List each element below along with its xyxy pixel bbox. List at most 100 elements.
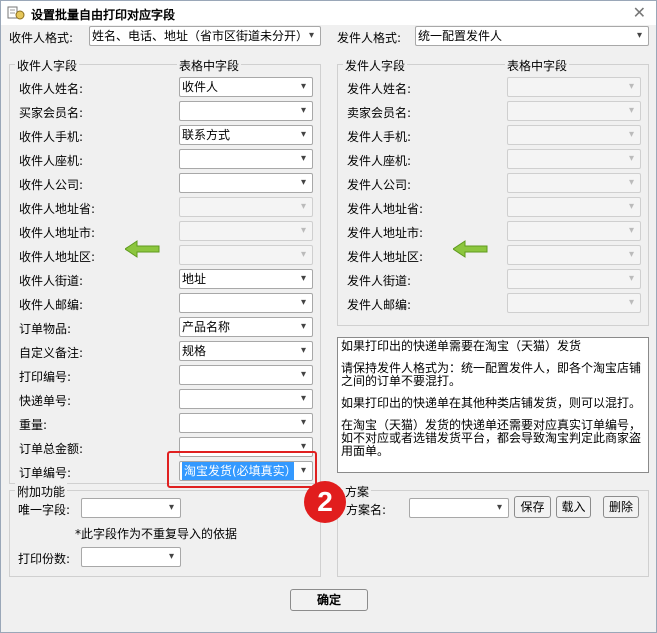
delete-button[interactable]: 删除 (603, 496, 639, 518)
chevron-down-icon: ▾ (300, 201, 307, 212)
chevron-down-icon: ▾ (628, 153, 635, 164)
sender-field-label: 发件人街道: (347, 274, 412, 288)
chevron-down-icon: ▾ (300, 225, 307, 236)
recipient-field-select[interactable]: 地址 ▾ (179, 269, 313, 289)
app-icon (7, 6, 25, 20)
print-copies-select[interactable]: ▾ (81, 547, 181, 567)
sender-field-label: 发件人地址市: (347, 226, 424, 240)
load-button[interactable]: 载入 (556, 496, 591, 518)
recipient-field-label: 重量: (19, 418, 48, 432)
chevron-down-icon: ▾ (628, 177, 635, 188)
recipient-field-label: 打印编号: (19, 370, 72, 384)
window-title: 设置批量自由打印对应字段 (31, 8, 176, 22)
chevron-down-icon: ▾ (300, 153, 307, 164)
chevron-down-icon: ▾ (168, 502, 175, 513)
unique-field-note: *此字段作为不重复导入的依据 (75, 527, 238, 541)
sender-field-select: ▾ (507, 221, 641, 241)
ok-button[interactable]: 确定 (290, 589, 368, 611)
chevron-down-icon: ▾ (300, 369, 307, 380)
recipient-field-select[interactable]: ▾ (179, 365, 313, 385)
recipient-field-value: 地址 (182, 272, 207, 286)
recipient-field-select: ▾ (179, 197, 313, 217)
recipient-field-select: ▾ (179, 221, 313, 241)
chevron-down-icon: ▾ (628, 129, 635, 140)
recipient-field-label: 收件人邮编: (19, 298, 84, 312)
recipient-field-label: 订单物品: (19, 322, 72, 336)
chevron-down-icon: ▾ (300, 417, 307, 428)
extra-function-title: 附加功能 (15, 483, 68, 500)
chevron-down-icon: ▾ (300, 273, 307, 284)
recipient-field-label: 收件人公司: (19, 178, 84, 192)
sender-field-label: 发件人手机: (347, 130, 412, 144)
recipient-field-label: 收件人地址区: (19, 250, 96, 264)
chevron-down-icon: ▾ (300, 321, 307, 332)
recipient-field-select[interactable]: 产品名称 ▾ (179, 317, 313, 337)
recipient-field-select[interactable]: ▾ (179, 173, 313, 193)
sender-field-select: ▾ (507, 149, 641, 169)
chevron-down-icon: ▾ (300, 81, 307, 92)
recipient-field-select[interactable]: 规格 ▾ (179, 341, 313, 361)
recipient-field-value: 产品名称 (182, 320, 231, 334)
chevron-down-icon: ▾ (628, 297, 635, 308)
info-paragraph: 在淘宝（天猫）发货的快递单还需要对应真实订单编号，如不对应或者选错发货平台，都会… (341, 418, 642, 458)
recipient-field-label: 快递单号: (19, 394, 72, 408)
sender-field-select: ▾ (507, 77, 641, 97)
recipient-field-select[interactable]: ▾ (179, 149, 313, 169)
sender-table-column-title: 表格中字段 (505, 57, 570, 74)
recipient-table-column-title: 表格中字段 (177, 57, 242, 74)
recipient-field-label: 订单编号: (19, 466, 72, 480)
chevron-down-icon: ▾ (308, 30, 315, 41)
sender-field-label: 发件人姓名: (347, 82, 412, 96)
chevron-down-icon: ▾ (300, 393, 307, 404)
recipient-field-label: 买家会员名: (19, 106, 84, 120)
recipient-field-value: 联系方式 (182, 128, 231, 142)
sender-field-label: 发件人公司: (347, 178, 412, 192)
arrow-left-icon (125, 240, 160, 258)
plan-name-label: 方案名: (346, 503, 387, 517)
recipient-field-select[interactable]: 收件人 ▾ (179, 77, 313, 97)
dialog-window: 设置批量自由打印对应字段 ✕ 收件人格式: 姓名、电话、地址（省市区街道未分开）… (0, 0, 657, 633)
sender-field-label: 发件人地址省: (347, 202, 424, 216)
recipient-field-select[interactable]: ▾ (179, 293, 313, 313)
plan-name-select[interactable]: ▾ (409, 498, 509, 518)
recipient-field-select[interactable]: ▾ (179, 413, 313, 433)
recipient-format-value: 姓名、电话、地址（省市区街道未分开） (92, 29, 302, 43)
close-icon[interactable]: ✕ (633, 3, 646, 22)
unique-field-select[interactable]: ▾ (81, 498, 181, 518)
chevron-down-icon: ▾ (300, 129, 307, 140)
unique-field-label: 唯一字段: (18, 503, 71, 517)
recipient-field-label: 收件人手机: (19, 130, 84, 144)
sender-field-select: ▾ (507, 269, 641, 289)
sender-field-label: 卖家会员名: (347, 106, 412, 120)
sender-field-label: 发件人座机: (347, 154, 412, 168)
chevron-down-icon: ▾ (300, 177, 307, 188)
chevron-down-icon: ▾ (628, 81, 635, 92)
recipient-format-select[interactable]: 姓名、电话、地址（省市区街道未分开） ▾ (89, 26, 321, 46)
info-paragraph: 如果打印出的快递单在其他种类店铺发货，则可以混打。 (341, 396, 642, 410)
chevron-down-icon: ▾ (300, 105, 307, 116)
recipient-field-label: 自定义备注: (19, 346, 84, 360)
chevron-down-icon: ▾ (496, 502, 503, 513)
recipient-field-value: 收件人 (182, 80, 219, 94)
save-button[interactable]: 保存 (514, 496, 551, 518)
info-paragraph: 如果打印出的快递单需要在淘宝（天猫）发货 (341, 339, 582, 353)
plan-title: 方案 (343, 483, 372, 500)
chevron-down-icon: ▾ (628, 201, 635, 212)
recipient-field-select[interactable]: ▾ (179, 101, 313, 121)
chevron-down-icon: ▾ (628, 273, 635, 284)
sender-field-label: 发件人地址区: (347, 250, 424, 264)
sender-field-select: ▾ (507, 173, 641, 193)
sender-format-select[interactable]: 统一配置发件人 ▾ (415, 26, 649, 46)
recipient-field-label: 收件人姓名: (19, 82, 84, 96)
chevron-down-icon: ▾ (300, 297, 307, 308)
sender-field-select: ▾ (507, 245, 641, 265)
sender-field-select: ▾ (507, 125, 641, 145)
recipient-field-select[interactable]: 联系方式 ▾ (179, 125, 313, 145)
highlight-box (167, 451, 317, 488)
recipient-field-label: 收件人座机: (19, 154, 84, 168)
sender-field-label: 发件人邮编: (347, 298, 412, 312)
recipient-field-select[interactable]: ▾ (179, 389, 313, 409)
sender-field-select: ▾ (507, 293, 641, 313)
chevron-down-icon: ▾ (168, 551, 175, 562)
recipient-field-select: ▾ (179, 245, 313, 265)
